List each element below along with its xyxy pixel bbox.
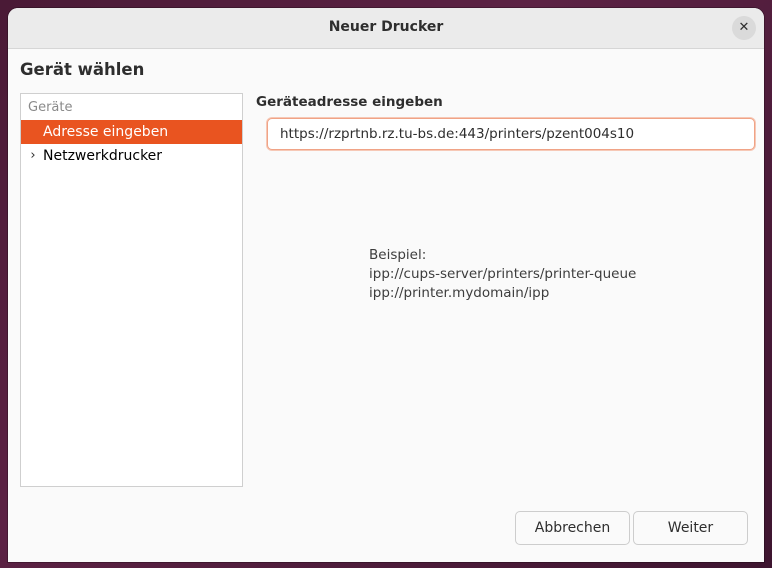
close-icon: ✕ (738, 20, 750, 35)
device-uri-input[interactable] (267, 118, 755, 150)
window-title: Neuer Drucker (328, 19, 444, 35)
address-label: Geräteadresse eingeben (256, 94, 443, 110)
example-text: Beispiel: ipp://cups-server/printers/pri… (369, 246, 636, 303)
example-title: Beispiel: (369, 247, 427, 263)
dialog-window: Neuer Drucker ✕ Gerät wählen Geräte Adre… (8, 8, 764, 562)
device-list[interactable]: Geräte Adresse eingeben › Netzwerkdrucke… (20, 93, 243, 487)
page-heading: Gerät wählen (20, 60, 145, 79)
example-line: ipp://printer.mydomain/ipp (369, 285, 550, 301)
cancel-button[interactable]: Abbrechen (515, 511, 630, 545)
device-list-header: Geräte (28, 100, 73, 115)
example-line: ipp://cups-server/printers/printer-queue (369, 266, 637, 282)
titlebar[interactable]: Neuer Drucker ✕ (8, 8, 764, 49)
device-item-network-printer[interactable]: › Netzwerkdrucker (21, 144, 242, 168)
close-button[interactable]: ✕ (732, 16, 756, 40)
next-button[interactable]: Weiter (633, 511, 748, 545)
device-item-label: Adresse eingeben (43, 124, 169, 140)
device-item-enter-address[interactable]: Adresse eingeben (21, 120, 242, 144)
device-item-label: Netzwerkdrucker (43, 148, 163, 164)
chevron-right-icon[interactable]: › (27, 144, 39, 168)
